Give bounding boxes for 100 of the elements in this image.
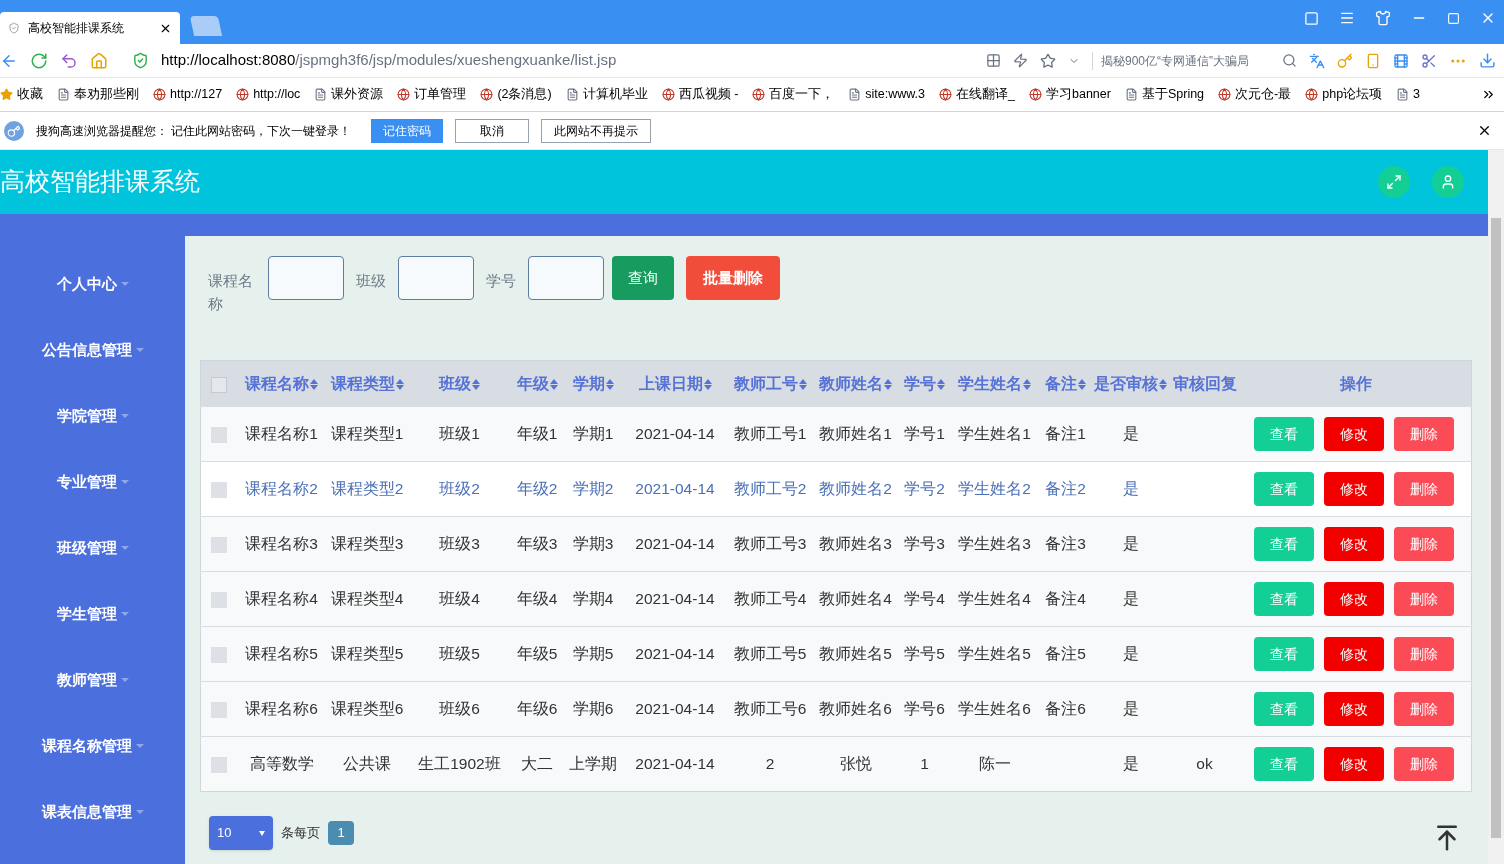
- key-icon[interactable]: [1337, 52, 1353, 69]
- search-icon[interactable]: [1282, 53, 1297, 68]
- column-header[interactable]: 学号: [898, 360, 951, 407]
- delete-button[interactable]: 删除: [1394, 747, 1454, 781]
- film-icon[interactable]: [1393, 52, 1409, 69]
- edit-button[interactable]: 修改: [1324, 472, 1384, 506]
- delete-button[interactable]: 删除: [1394, 417, 1454, 451]
- sidebar-item[interactable]: 课表信息管理: [0, 779, 185, 845]
- bookmark[interactable]: 在线翻译_: [939, 85, 1015, 104]
- sidebar-item[interactable]: 个人中心: [0, 251, 185, 317]
- edit-button[interactable]: 修改: [1324, 747, 1384, 781]
- bookmark[interactable]: php论坛项: [1305, 85, 1383, 104]
- search-field[interactable]: 揭秘900亿“专网通信”大骗局: [1092, 51, 1297, 70]
- bookmark[interactable]: 基于Spring: [1124, 85, 1205, 104]
- row-checkbox[interactable]: [211, 537, 228, 554]
- bookmark[interactable]: 百度一下，: [752, 85, 835, 104]
- bookmark[interactable]: http://loc: [236, 85, 301, 104]
- table-row[interactable]: 课程名称5 课程类型5 班级5 年级5 学期5 2021-04-14 教师工号5 教师姓名5 学号5 学生姓名5 备注5 是 查看 修改 删除: [200, 626, 1472, 682]
- browser-tab[interactable]: 高校智能排课系统: [0, 12, 180, 44]
- delete-button[interactable]: 删除: [1394, 692, 1454, 726]
- bookmark[interactable]: 西瓜视频 -: [661, 85, 739, 104]
- close-icon[interactable]: [1477, 123, 1492, 138]
- fullscreen-button[interactable]: [1378, 166, 1410, 198]
- bookmark[interactable]: 次元仓-最: [1218, 85, 1292, 104]
- table-row[interactable]: 课程名称6 课程类型6 班级6 年级6 学期6 2021-04-14 教师工号6 教师姓名6 学号6 学生姓名6 备注6 是 查看 修改 删除: [200, 681, 1472, 737]
- undo-icon[interactable]: [60, 51, 78, 70]
- scrollbar[interactable]: [1488, 150, 1504, 864]
- column-header[interactable]: 上课日期: [622, 360, 728, 407]
- column-header[interactable]: 教师工号: [727, 360, 813, 407]
- bookmark[interactable]: 计算机毕业: [565, 85, 648, 104]
- filter-field[interactable]: [528, 256, 604, 300]
- prompt-button[interactable]: 取消: [455, 118, 530, 143]
- new-tab-button[interactable]: [189, 16, 223, 36]
- scissors-icon[interactable]: [1421, 52, 1437, 69]
- column-header[interactable]: 学期: [563, 360, 623, 407]
- bookmark[interactable]: http://127: [153, 85, 223, 104]
- filter-field[interactable]: [268, 256, 344, 300]
- edit-button[interactable]: 修改: [1324, 417, 1384, 451]
- sidebar-item[interactable]: 学院管理: [0, 383, 185, 449]
- bookmark[interactable]: (2条消息): [480, 85, 552, 104]
- page-size-select[interactable]: 10: [209, 816, 273, 850]
- edit-button[interactable]: 修改: [1324, 637, 1384, 671]
- column-header[interactable]: 备注: [1038, 360, 1093, 407]
- edit-button[interactable]: 修改: [1324, 692, 1384, 726]
- window-icon[interactable]: [1304, 10, 1319, 26]
- row-checkbox[interactable]: [211, 702, 228, 719]
- table-row[interactable]: 课程名称2 课程类型2 班级2 年级2 学期2 2021-04-14 教师工号2 教师姓名2 学号2 学生姓名2 备注2 是 查看 修改 删除: [200, 461, 1472, 517]
- search-button[interactable]: 查询: [612, 256, 674, 300]
- prompt-button[interactable]: 此网站不再提示: [541, 118, 652, 143]
- batch-delete-button[interactable]: 批量删除: [686, 256, 780, 300]
- menu-icon[interactable]: [1339, 10, 1355, 26]
- shirt-icon[interactable]: [1375, 10, 1391, 26]
- sidebar-item[interactable]: 教师管理: [0, 647, 185, 713]
- bookmark[interactable]: 课外资源: [314, 85, 384, 104]
- row-checkbox[interactable]: [211, 757, 228, 774]
- delete-button[interactable]: 删除: [1394, 637, 1454, 671]
- address-field[interactable]: http://localhost:8080/jspmgh3f6/jsp/modules/xueshengxuanke/list.jsp: [161, 49, 974, 72]
- column-header[interactable]: 教师姓名: [812, 360, 899, 407]
- bookmark[interactable]: 学习banner: [1029, 85, 1111, 104]
- sidebar-item[interactable]: 专业管理: [0, 449, 185, 515]
- checkbox[interactable]: [211, 376, 228, 393]
- bookmark[interactable]: 收藏: [0, 85, 43, 104]
- edit-button[interactable]: 修改: [1324, 527, 1384, 561]
- row-checkbox[interactable]: [211, 427, 228, 444]
- delete-button[interactable]: 删除: [1394, 527, 1454, 561]
- filter-field[interactable]: [398, 256, 474, 300]
- table-row[interactable]: 课程名称4 课程类型4 班级4 年级4 学期4 2021-04-14 教师工号4 教师姓名4 学号4 学生姓名4 备注4 是 查看 修改 删除: [200, 571, 1472, 627]
- column-header[interactable]: 课程类型: [325, 360, 409, 407]
- table-row[interactable]: 高等数学 公共课 生工1902班 大二 上学期 2021-04-14 2 张悦 1 陈一 是 ok 查看 修改 删除: [200, 736, 1472, 792]
- delete-button[interactable]: 删除: [1394, 472, 1454, 506]
- star-icon[interactable]: [1040, 52, 1056, 69]
- row-checkbox[interactable]: [211, 592, 228, 609]
- column-header[interactable]: 班级: [408, 360, 511, 407]
- row-checkbox[interactable]: [211, 482, 228, 499]
- download-icon[interactable]: [1479, 52, 1496, 69]
- row-checkbox[interactable]: [211, 647, 228, 664]
- column-header[interactable]: 是否审核: [1092, 360, 1169, 407]
- phone-icon[interactable]: [1365, 52, 1381, 69]
- sidebar-item[interactable]: 公告信息管理: [0, 317, 185, 383]
- column-header[interactable]: 年级: [510, 360, 564, 407]
- edit-button[interactable]: 修改: [1324, 582, 1384, 616]
- bookmark[interactable]: 奉劝那些刚: [57, 85, 139, 104]
- table-row[interactable]: 课程名称3 课程类型3 班级3 年级3 学期3 2021-04-14 教师工号3 教师姓名3 学号3 学生姓名3 备注3 是 查看 修改 删除: [200, 516, 1472, 572]
- sidebar-item[interactable]: 学生管理: [0, 581, 185, 647]
- column-header[interactable]: 审核回复: [1168, 360, 1241, 407]
- reload-icon[interactable]: [30, 51, 48, 70]
- bookmark[interactable]: 订单管理: [397, 85, 467, 104]
- page-button[interactable]: 1: [328, 821, 354, 845]
- maximize-icon[interactable]: [1447, 11, 1460, 25]
- column-header[interactable]: 学生姓名: [950, 360, 1039, 407]
- bookmark[interactable]: 3: [1396, 85, 1421, 104]
- prompt-button[interactable]: 记住密码: [371, 118, 444, 143]
- column-header[interactable]: 课程名称: [237, 360, 326, 407]
- table-row[interactable]: 课程名称1 课程类型1 班级1 年级1 学期1 2021-04-14 教师工号1 教师姓名1 学号1 学生姓名1 备注1 是 查看 修改 删除: [200, 406, 1472, 462]
- sidebar-item[interactable]: 班级管理: [0, 515, 185, 581]
- home-icon[interactable]: [90, 51, 108, 70]
- delete-button[interactable]: 删除: [1394, 582, 1454, 616]
- lightning-icon[interactable]: [1013, 53, 1028, 68]
- translate-icon[interactable]: [1309, 52, 1325, 69]
- user-button[interactable]: [1432, 166, 1464, 198]
